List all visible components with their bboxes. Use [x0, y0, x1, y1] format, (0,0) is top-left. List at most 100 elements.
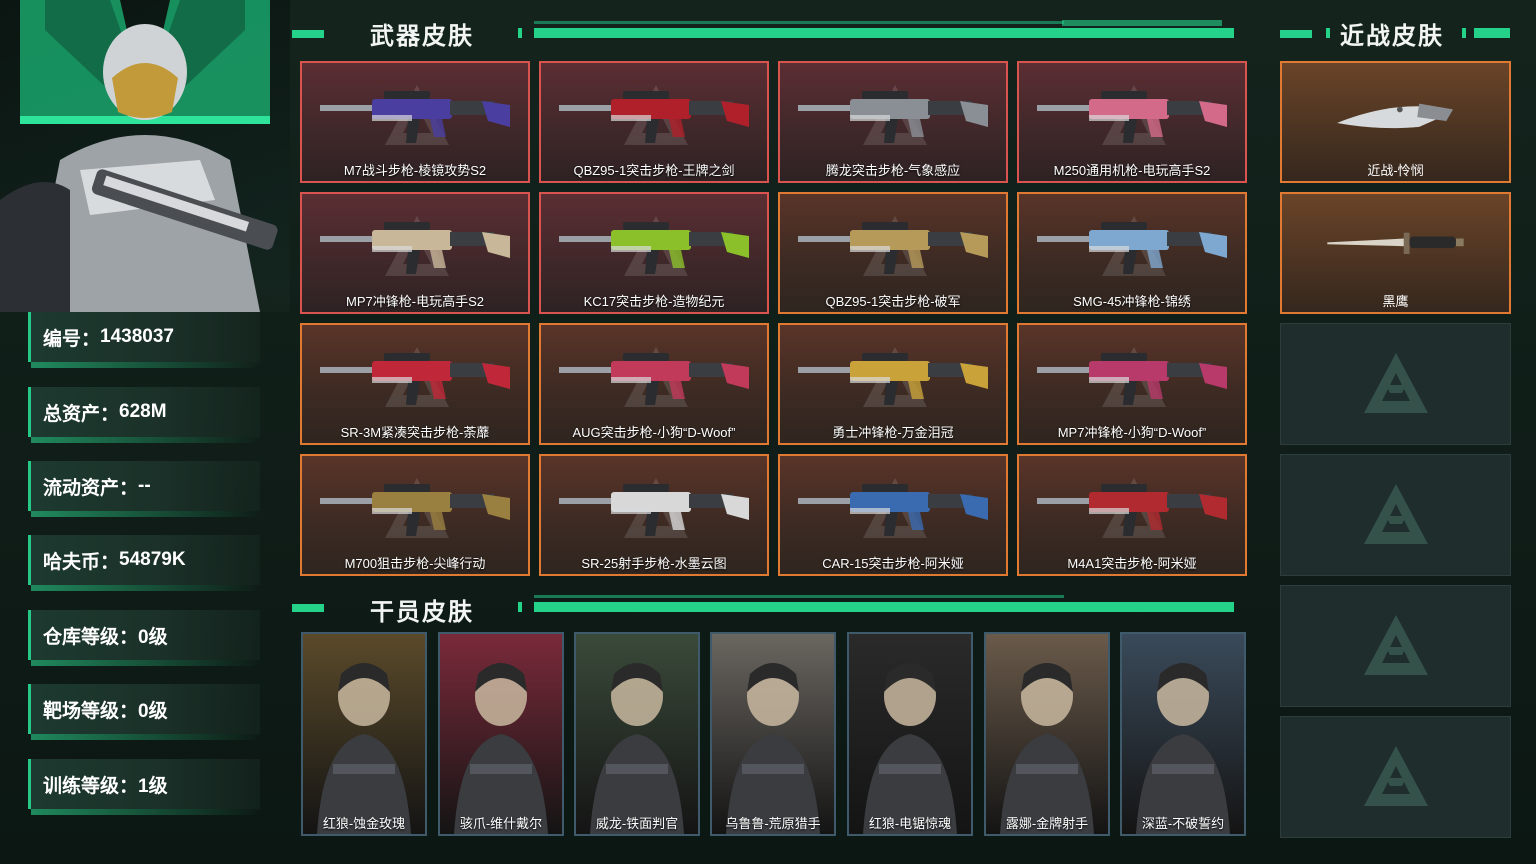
stat-warehouse-level: 仓库等级： 0级 [28, 610, 260, 660]
stat-id: 编号： 1438037 [28, 312, 260, 362]
rifle-icon [559, 222, 749, 274]
stat-liquid-assets: 流动资产： -- [28, 461, 260, 511]
operator-name: 乌鲁鲁-荒原猎手 [725, 816, 821, 831]
rifle-icon [320, 222, 510, 274]
melee-card[interactable]: 近战-怜悯 [1280, 61, 1511, 183]
header-accent [292, 30, 324, 38]
stat-label: 总资产： [43, 403, 120, 425]
rifle-icon [320, 91, 510, 143]
stat-value: 54879K [119, 549, 186, 570]
melee-empty-slot [1280, 454, 1511, 576]
melee-card[interactable]: 黑鹰 [1280, 192, 1511, 314]
rifle-icon [320, 484, 510, 536]
weapon-card[interactable]: MP7冲锋枪-小狗“D-Woof” [1017, 323, 1247, 445]
stat-value: -- [138, 475, 151, 496]
operators-title: 干员皮肤 [370, 599, 474, 626]
rifle-icon [320, 353, 510, 405]
weapon-card[interactable]: CAR-15突击步枪-阿米娅 [778, 454, 1008, 576]
weapon-card[interactable]: M7战斗步枪-棱镜攻势S2 [300, 61, 530, 183]
weapon-card[interactable]: M250通用机枪-电玩高手S2 [1017, 61, 1247, 183]
operator-card[interactable]: 红狼-蚀金玫瑰 [301, 632, 427, 836]
weapon-card[interactable]: MP7冲锋枪-电玩高手S2 [300, 192, 530, 314]
weapon-name: 勇士冲锋枪-万金泪冠 [832, 425, 954, 440]
weapon-card[interactable]: M700狙击步枪-尖峰行动 [300, 454, 530, 576]
stat-label: 训练等级： [43, 775, 139, 797]
stat-label: 仓库等级： [43, 626, 139, 648]
stat-label: 流动资产： [43, 477, 139, 499]
weapon-card[interactable]: SMG-45冲锋枪-锦绣 [1017, 192, 1247, 314]
operator-portrait [849, 634, 971, 834]
header-accent [292, 604, 324, 612]
operator-card[interactable]: 乌鲁鲁-荒原猎手 [710, 632, 836, 836]
rifle-icon [798, 353, 988, 405]
weapon-card[interactable]: SR-25射手步枪-水墨云图 [539, 454, 769, 576]
header-accent [1280, 30, 1312, 38]
operator-card[interactable]: 深蓝-不破誓约 [1120, 632, 1246, 836]
header-checker [1062, 20, 1222, 26]
weapon-name: SR-25射手步枪-水墨云图 [581, 556, 727, 571]
weapon-name: QBZ95-1突击步枪-破军 [825, 294, 961, 309]
stat-value: 628M [119, 401, 167, 422]
weapon-name: 腾龙突击步枪-气象感应 [825, 163, 961, 178]
melee-name: 黑鹰 [1382, 294, 1409, 309]
header-tick [1326, 28, 1330, 38]
weapon-name: M700狙击步枪-尖峰行动 [344, 556, 486, 571]
weapons-header: 武器皮肤 [292, 16, 1247, 50]
stat-label: 靶场等级： [43, 700, 139, 722]
weapon-card[interactable]: QBZ95-1突击步枪-王牌之剑 [539, 61, 769, 183]
header-bar [1474, 28, 1510, 38]
stat-value: 0级 [138, 626, 168, 648]
operator-portrait [986, 634, 1108, 834]
stat-label: 编号： [43, 328, 101, 350]
operator-card[interactable]: 红狼-电锯惊魂 [847, 632, 973, 836]
weapon-name: AUG突击步枪-小狗“D-Woof” [572, 425, 736, 440]
header-tick [1462, 28, 1466, 38]
operators-header: 干员皮肤 [292, 592, 1247, 626]
header-line [534, 21, 1064, 24]
weapon-card[interactable]: SR-3M紧凑突击步枪-荼蘼 [300, 323, 530, 445]
placeholder-logo-icon [1364, 484, 1428, 544]
operator-card[interactable]: 骇爪-维什戴尔 [438, 632, 564, 836]
weapon-card[interactable]: 腾龙突击步枪-气象感应 [778, 61, 1008, 183]
avatar-banner [0, 0, 290, 312]
stat-training-level: 训练等级： 1级 [28, 759, 260, 809]
operator-card[interactable]: 威龙-铁面判官 [574, 632, 700, 836]
weapon-card[interactable]: KC17突击步枪-造物纪元 [539, 192, 769, 314]
rifle-icon [1037, 353, 1227, 405]
profile-panel: 编号： 1438037 总资产： 628M 流动资产： -- 哈夫币： 54879K 仓… [0, 0, 290, 864]
operator-portrait [1122, 634, 1244, 834]
rifle-icon [1037, 484, 1227, 536]
header-bar [534, 28, 1234, 38]
stat-total-assets: 总资产： 628M [28, 387, 260, 437]
rifle-icon [1037, 91, 1227, 143]
operator-avatar [0, 0, 278, 312]
melee-title: 近战皮肤 [1340, 23, 1444, 50]
stat-hafcoin: 哈夫币： 54879K [28, 535, 260, 585]
stat-value: 0级 [138, 700, 168, 722]
operator-portrait [440, 634, 562, 834]
stat-value: 1级 [138, 775, 168, 797]
operator-card[interactable]: 露娜-金牌射手 [984, 632, 1110, 836]
weapon-card[interactable]: M4A1突击步枪-阿米娅 [1017, 454, 1247, 576]
melee-header: 近战皮肤 [1280, 16, 1510, 50]
weapon-name: QBZ95-1突击步枪-王牌之剑 [573, 163, 735, 178]
weapon-card[interactable]: AUG突击步枪-小狗“D-Woof” [539, 323, 769, 445]
weapon-card[interactable]: 勇士冲锋枪-万金泪冠 [778, 323, 1008, 445]
rifle-icon [559, 91, 749, 143]
rifle-icon [798, 222, 988, 274]
operator-name: 红狼-电锯惊魂 [868, 816, 952, 831]
weapon-name: M250通用机枪-电玩高手S2 [1053, 163, 1211, 178]
melee-name: 近战-怜悯 [1367, 163, 1424, 178]
weapon-name: M4A1突击步枪-阿米娅 [1067, 556, 1197, 571]
weapon-name: M7战斗步枪-棱镜攻势S2 [343, 163, 487, 178]
melee-empty-slot [1280, 716, 1511, 838]
weapon-card[interactable]: QBZ95-1突击步枪-破军 [778, 192, 1008, 314]
weapon-name: KC17突击步枪-造物纪元 [583, 294, 725, 309]
weapon-name: CAR-15突击步枪-阿米娅 [822, 556, 964, 571]
melee-empty-slot [1280, 585, 1511, 707]
placeholder-logo-icon [1364, 353, 1428, 413]
operator-name: 红狼-蚀金玫瑰 [322, 816, 406, 831]
weapons-title: 武器皮肤 [370, 23, 474, 50]
operator-name: 骇爪-维什戴尔 [459, 816, 543, 831]
header-bar [534, 602, 1234, 612]
